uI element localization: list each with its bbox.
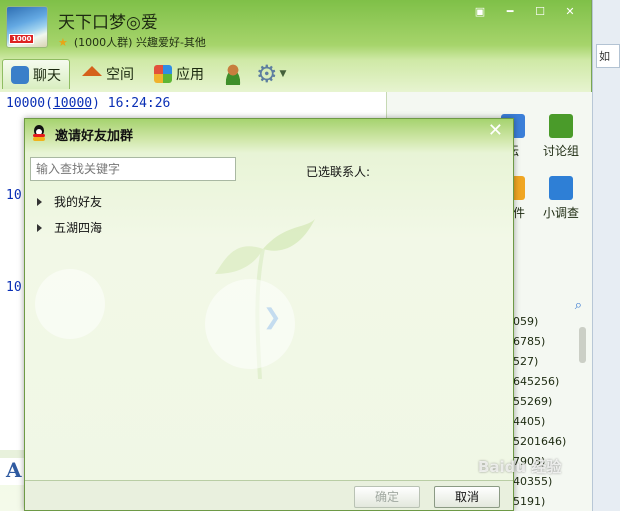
list-item[interactable]: 059) bbox=[513, 312, 566, 332]
friend-group-wuhu-sihai[interactable]: 五湖四海 bbox=[37, 219, 102, 236]
group-avatar[interactable]: 1000 bbox=[6, 6, 48, 48]
font-button[interactable]: A bbox=[6, 458, 22, 482]
apps-icon bbox=[154, 65, 172, 83]
message-time: ) 16:24:26 bbox=[92, 96, 171, 111]
chevron-down-icon[interactable]: ▼ bbox=[280, 69, 287, 79]
tab-chat[interactable]: 聊天 bbox=[2, 59, 70, 89]
bokeh-decoration bbox=[205, 279, 295, 369]
list-item[interactable]: 55269) bbox=[513, 392, 566, 412]
confirm-button[interactable]: 确定 bbox=[354, 486, 420, 508]
member-list-scrollbar[interactable] bbox=[579, 327, 586, 363]
skin-button[interactable]: ▣ bbox=[467, 2, 493, 20]
home-icon bbox=[82, 66, 102, 76]
bokeh-decoration bbox=[35, 269, 105, 339]
app-discussion[interactable]: 讨论组 bbox=[543, 114, 579, 159]
friend-group-label: 我的好友 bbox=[54, 195, 103, 209]
friend-group-label: 五湖四海 bbox=[54, 221, 103, 235]
dialog-titlebar[interactable]: 邀请好友加群 ✕ bbox=[25, 119, 513, 147]
star-icon: ★ bbox=[58, 36, 68, 49]
dialog-footer: 确定 取消 bbox=[25, 480, 513, 510]
add-member-icon[interactable] bbox=[222, 63, 244, 85]
close-window-button[interactable]: ✕ bbox=[557, 2, 583, 20]
window-controls: ▣ ━ ☐ ✕ bbox=[467, 2, 583, 20]
sprout-decoration bbox=[215, 219, 315, 379]
list-item[interactable]: 645256) bbox=[513, 372, 566, 392]
background-browser-edge bbox=[592, 0, 620, 511]
watermark-logo: Baidu 经验 bbox=[478, 458, 562, 476]
list-item[interactable]: 527) bbox=[513, 352, 566, 372]
group-subtitle: ★ (1000人群) 兴趣爱好-其他 bbox=[58, 34, 206, 50]
group-subtitle-text: (1000人群) 兴趣爱好-其他 bbox=[73, 36, 206, 49]
qq-penguin-icon bbox=[31, 125, 47, 141]
screen: 1000 天下口梦◎爱 ★ (1000人群) 兴趣爱好-其他 ▣ ━ ☐ ✕ 聊天… bbox=[0, 0, 620, 511]
search-input[interactable] bbox=[30, 157, 236, 181]
tab-apps[interactable]: 应用 bbox=[146, 59, 212, 89]
tab-space[interactable]: 空间 bbox=[74, 59, 142, 89]
gear-icon[interactable]: ⚙ bbox=[256, 62, 278, 86]
close-icon[interactable]: ✕ bbox=[488, 121, 503, 141]
avatar-badge: 1000 bbox=[9, 34, 35, 44]
invite-friends-dialog: 邀请好友加群 ✕ 我的好友 五湖四海 已选联系人: ❯ 确定 取消 bbox=[24, 118, 514, 511]
tab-apps-label: 应用 bbox=[176, 67, 204, 83]
chat-message-header: 10000(10000) 16:24:26 bbox=[6, 96, 170, 111]
friend-group-my-friends[interactable]: 我的好友 bbox=[37, 193, 102, 210]
search-icon[interactable]: ⌕ bbox=[575, 298, 582, 313]
group-title: 天下口梦◎爱 bbox=[58, 13, 158, 33]
group-toolbar: 聊天 空间 应用 ⚙ ▼ bbox=[0, 58, 591, 90]
chat-message-header: 10 bbox=[6, 280, 22, 295]
chat-message-header: 10 bbox=[6, 188, 22, 203]
selected-contacts-label: 已选联系人: bbox=[306, 165, 371, 179]
tab-space-label: 空间 bbox=[106, 67, 134, 83]
maximize-button[interactable]: ☐ bbox=[527, 2, 553, 20]
expand-arrow-icon[interactable] bbox=[37, 197, 42, 206]
background-browser-tab[interactable]: 如 bbox=[596, 44, 620, 68]
tab-chat-label: 聊天 bbox=[33, 67, 61, 84]
discussion-icon bbox=[549, 114, 573, 138]
app-discussion-label: 讨论组 bbox=[543, 144, 580, 158]
member-list[interactable]: 059) 6785) 527) 645256) 55269) 4405) 520… bbox=[513, 312, 566, 511]
list-item[interactable]: 4405) bbox=[513, 412, 566, 432]
list-item[interactable]: 5201646) bbox=[513, 432, 566, 452]
app-survey[interactable]: 小调查 bbox=[543, 176, 579, 221]
list-item[interactable]: 5191) bbox=[513, 492, 566, 511]
sender-prefix: 10000( bbox=[6, 96, 53, 111]
sender-link[interactable]: 10000 bbox=[53, 96, 92, 111]
survey-icon bbox=[549, 176, 573, 200]
cancel-button[interactable]: 取消 bbox=[434, 486, 500, 508]
app-survey-label: 小调查 bbox=[543, 206, 580, 220]
dialog-title: 邀请好友加群 bbox=[55, 129, 134, 144]
expand-arrow-icon[interactable] bbox=[37, 223, 42, 232]
list-item[interactable]: 6785) bbox=[513, 332, 566, 352]
minimize-button[interactable]: ━ bbox=[497, 2, 523, 20]
chat-icon bbox=[11, 65, 29, 84]
chevron-right-icon[interactable]: ❯ bbox=[263, 305, 281, 330]
